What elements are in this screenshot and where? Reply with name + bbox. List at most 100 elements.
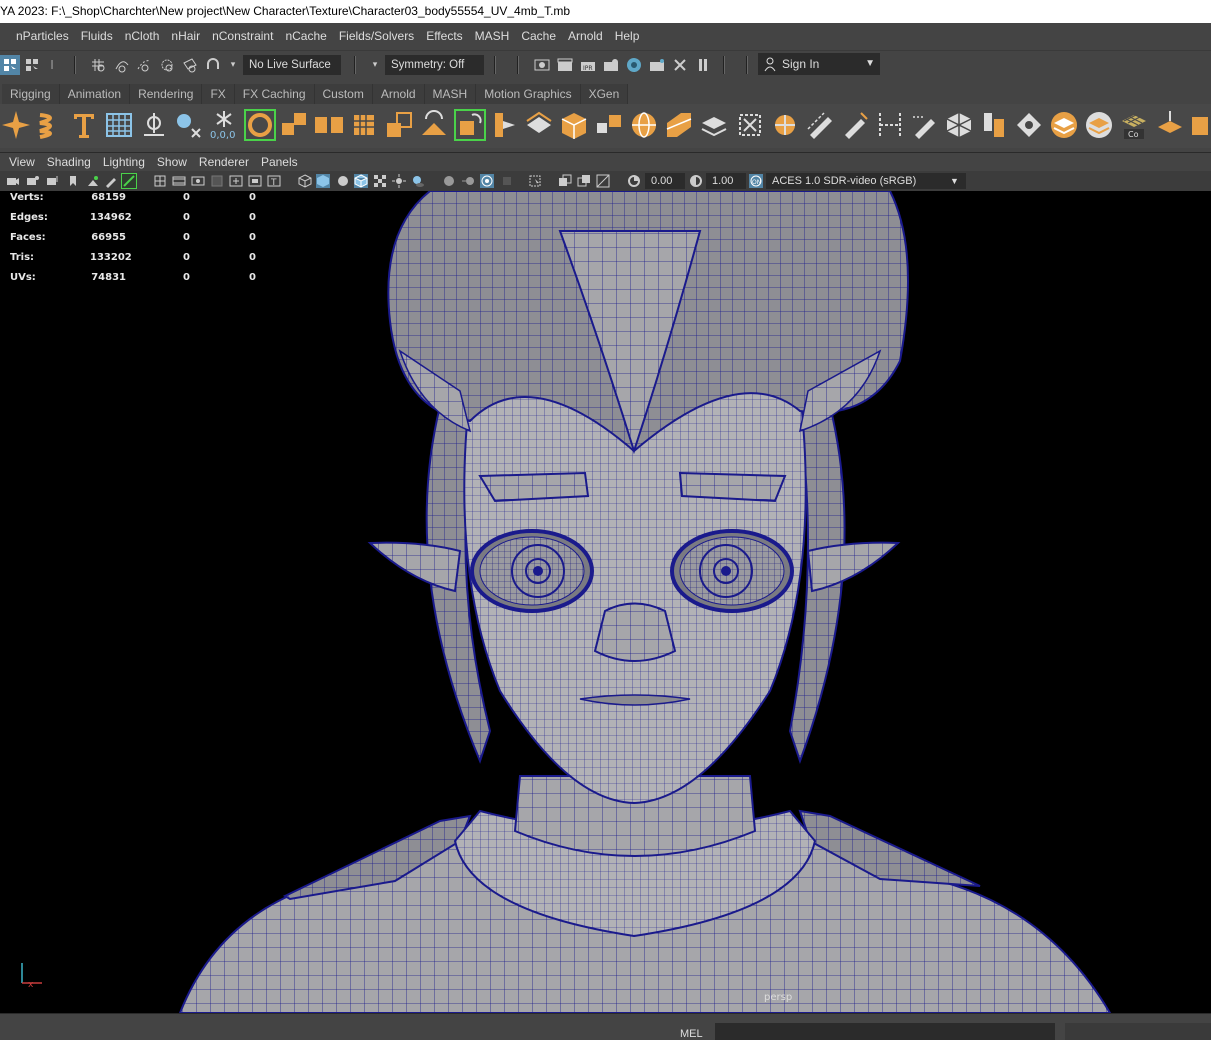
camera-select-icon[interactable]	[6, 174, 20, 188]
sphere-icon[interactable]	[628, 109, 660, 141]
shadows-icon[interactable]	[411, 174, 425, 188]
layers-icon[interactable]	[698, 109, 730, 141]
polygon-icon[interactable]	[943, 109, 975, 141]
tab-animation[interactable]: Animation	[59, 84, 131, 104]
panel-menu-panels[interactable]: Panels	[255, 155, 304, 169]
snowflake-icon[interactable]: 0,0,0	[208, 109, 240, 141]
tab-mash[interactable]: MASH	[424, 84, 477, 104]
pause-icon[interactable]	[693, 55, 713, 75]
film-gate-icon[interactable]	[172, 174, 186, 188]
panel-menu-show[interactable]: Show	[151, 155, 193, 169]
screen-space-ao-icon[interactable]	[442, 174, 456, 188]
menu-cache[interactable]: Cache	[515, 23, 562, 50]
grid-toggle-icon[interactable]	[153, 174, 167, 188]
snap-view-icon[interactable]	[157, 55, 177, 75]
lights-icon[interactable]	[392, 174, 406, 188]
color-management-icon[interactable]: ON	[749, 174, 763, 188]
stack-alt-icon[interactable]	[1083, 109, 1115, 141]
select-objects-icon[interactable]	[0, 55, 20, 75]
live-surface-field[interactable]: No Live Surface	[243, 55, 341, 75]
grid-plane-icon[interactable]	[103, 109, 135, 141]
symmetry-field[interactable]: Symmetry: Off	[385, 55, 484, 75]
safe-title-icon[interactable]: T	[267, 174, 281, 188]
wireframe-on-shaded-icon[interactable]	[354, 174, 368, 188]
wireframe-icon[interactable]	[298, 174, 312, 188]
bridge-icon[interactable]	[418, 109, 450, 141]
symmetry-dropdown-icon[interactable]: ▾	[369, 55, 381, 75]
snap-grid-icon[interactable]	[88, 55, 108, 75]
xray-components-icon[interactable]	[596, 174, 610, 188]
smooth-icon[interactable]	[348, 109, 380, 141]
smooth-shade-icon[interactable]	[316, 174, 330, 188]
gamma-field[interactable]: 1.00	[706, 173, 746, 189]
tab-custom[interactable]: Custom	[314, 84, 373, 104]
arnold-render-icon[interactable]	[670, 55, 690, 75]
collapse-arrow-icon[interactable]: |	[46, 55, 58, 75]
viewport-persp[interactable]: Verts: 68159 0 0 Edges: 134962 0 0 Faces…	[0, 191, 1211, 1013]
panel-menu-view[interactable]: View	[3, 155, 41, 169]
xray-icon[interactable]	[558, 174, 572, 188]
safe-action-icon[interactable]	[248, 174, 262, 188]
gamma-icon[interactable]	[689, 174, 703, 188]
plane-cut-icon[interactable]	[663, 109, 695, 141]
sign-in-dropdown[interactable]: Sign In ▼	[758, 53, 880, 75]
menu-ncache[interactable]: nCache	[279, 23, 332, 50]
menu-nparticles[interactable]: nParticles	[4, 23, 75, 50]
partial-icon[interactable]	[1186, 109, 1211, 141]
anti-aliasing-icon[interactable]	[480, 174, 494, 188]
snap-surface-icon[interactable]	[180, 55, 200, 75]
combine-icon[interactable]	[278, 109, 310, 141]
render-view-icon[interactable]	[647, 55, 667, 75]
view-transform-select[interactable]: ACES 1.0 SDR-video (sRGB)	[766, 173, 946, 189]
cube-icon[interactable]	[558, 109, 590, 141]
magnet-dropdown-icon[interactable]: ▾	[227, 55, 239, 75]
select-components-icon[interactable]	[22, 55, 42, 75]
menu-help[interactable]: Help	[609, 23, 646, 50]
tab-fx[interactable]: FX	[202, 84, 235, 104]
default-material-icon[interactable]	[336, 174, 350, 188]
checker-icon[interactable]: Co	[1118, 109, 1150, 141]
tab-fx-caching[interactable]: FX Caching	[234, 84, 315, 104]
bookmark-icon[interactable]	[66, 174, 80, 188]
slice-icon[interactable]	[874, 109, 906, 141]
tab-rigging[interactable]: Rigging	[2, 84, 60, 104]
exposure-icon[interactable]	[627, 174, 641, 188]
gate-mask-icon[interactable]	[210, 174, 224, 188]
pencil-dashed-icon[interactable]	[804, 109, 836, 141]
camera-attributes-icon[interactable]	[26, 174, 40, 188]
pivot-icon[interactable]	[138, 109, 170, 141]
view-transform-dropdown[interactable]: ▼	[946, 173, 966, 189]
panel-menu-renderer[interactable]: Renderer	[193, 155, 255, 169]
separate-icon[interactable]	[313, 109, 345, 141]
menu-effects[interactable]: Effects	[420, 23, 468, 50]
menu-arnold[interactable]: Arnold	[562, 23, 609, 50]
mirror-icon[interactable]	[593, 109, 625, 141]
tab-motion-graphics[interactable]: Motion Graphics	[476, 84, 581, 104]
menu-fields-solvers[interactable]: Fields/Solvers	[333, 23, 420, 50]
snap-point-icon[interactable]	[134, 55, 154, 75]
locator-icon[interactable]	[172, 109, 204, 141]
helix-icon[interactable]	[34, 109, 66, 141]
panel-menu-lighting[interactable]: Lighting	[97, 155, 151, 169]
star-tool-icon[interactable]	[0, 109, 32, 141]
image-plane-icon[interactable]	[86, 174, 100, 188]
depth-of-field-icon[interactable]	[500, 174, 514, 188]
menu-ncloth[interactable]: nCloth	[119, 23, 166, 50]
render-frame-icon[interactable]	[532, 55, 552, 75]
xray-joints-icon[interactable]	[577, 174, 591, 188]
character-mesh[interactable]	[0, 191, 1211, 1013]
bookmark-camera-icon[interactable]	[46, 174, 60, 188]
multicut-icon[interactable]	[523, 109, 555, 141]
tab-rendering[interactable]: Rendering	[130, 84, 203, 104]
2d-pan-zoom-icon[interactable]	[121, 173, 137, 189]
grease-pencil-icon[interactable]	[104, 174, 118, 188]
tab-arnold[interactable]: Arnold	[372, 84, 425, 104]
tab-xgen[interactable]: XGen	[580, 84, 629, 104]
exposure-field[interactable]: 0.00	[645, 173, 685, 189]
hypershade-icon[interactable]	[624, 55, 644, 75]
ipr-render-icon[interactable]: IPR	[578, 55, 598, 75]
circle-select-icon[interactable]	[244, 109, 276, 141]
menu-mash[interactable]: MASH	[469, 23, 516, 50]
render-settings-icon[interactable]	[601, 55, 621, 75]
edit-icon[interactable]	[909, 109, 941, 141]
